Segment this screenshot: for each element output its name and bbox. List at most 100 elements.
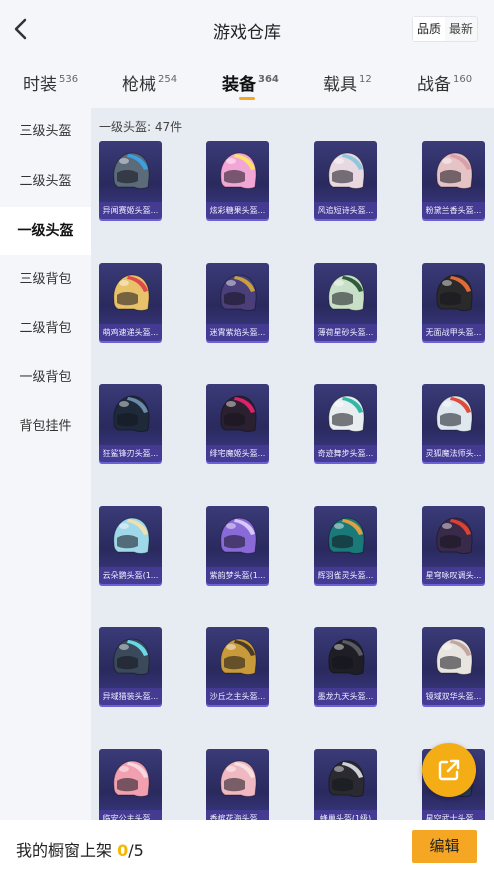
helmet-name: 异域猎装头盔... bbox=[99, 688, 162, 706]
share-external-icon bbox=[438, 759, 460, 781]
helmet-card[interactable]: 炫彩糖果头盔... bbox=[206, 141, 269, 219]
helmet-icon bbox=[220, 152, 257, 189]
helmet-icon bbox=[220, 395, 257, 433]
tab-vehicles[interactable]: 载具 12 bbox=[323, 70, 372, 95]
helmet-name: 绯宅魔姬头盔... bbox=[206, 445, 269, 463]
helmet-card[interactable]: 辉羽雀灵头盔... bbox=[314, 505, 377, 584]
helmet-icon bbox=[113, 152, 150, 189]
helmet-icon bbox=[220, 517, 257, 554]
tab-label: 时装 bbox=[23, 75, 57, 95]
helmet-card[interactable]: 紫韵梦头盔(1... bbox=[206, 505, 269, 584]
helmet-card[interactable]: 萌鸡速递头盔... bbox=[99, 262, 162, 341]
helmet-icon bbox=[113, 395, 150, 433]
helmet-name: 紫韵梦头盔(1... bbox=[206, 566, 269, 584]
helmet-name: 沙丘之主头盔... bbox=[206, 688, 269, 706]
helmet-card[interactable]: 风追短诗头盔... bbox=[314, 141, 377, 219]
edit-button[interactable]: 编辑 bbox=[412, 830, 477, 863]
helmet-name: 云朵鹦头盔(1... bbox=[99, 566, 162, 584]
helmet-card[interactable]: 星穹咏叹调头... bbox=[422, 505, 485, 584]
sort-toggle: 品质 最新 bbox=[411, 16, 478, 42]
sidebar: 三级头盔 二级头盔 一级头盔 三级背包 二级背包 一级背包 背包挂件 bbox=[0, 108, 91, 820]
helmet-name: 风追短诗头盔... bbox=[314, 202, 377, 219]
helmet-card[interactable]: 迷霄紫焰头盔... bbox=[206, 262, 269, 341]
tab-count: 364 bbox=[258, 74, 279, 85]
sidebar-item-backpack-lv1[interactable]: 一级背包 bbox=[0, 354, 91, 402]
header: 游戏仓库 品质 最新 bbox=[0, 0, 494, 58]
helmet-card[interactable]: 墨龙九天头盔... bbox=[314, 627, 377, 706]
tab-count: 254 bbox=[158, 74, 178, 85]
tab-label: 战备 bbox=[417, 75, 451, 95]
category-tabs: 时装 536 枪械 254 装备 364 载具 12 战备 160 bbox=[0, 60, 494, 102]
helmet-icon bbox=[436, 395, 473, 433]
sidebar-item-helmet-lv3[interactable]: 三级头盔 bbox=[0, 108, 91, 156]
helmet-icon bbox=[328, 274, 365, 311]
helmet-card[interactable]: 蜂巢头盔(1级) bbox=[314, 749, 377, 820]
helmet-name: 无面战甲头盔... bbox=[422, 323, 485, 341]
helmet-name: 辉羽雀灵头盔... bbox=[314, 566, 377, 584]
tab-guns[interactable]: 枪械 254 bbox=[122, 70, 177, 95]
tab-label: 载具 bbox=[323, 75, 357, 95]
helmet-icon bbox=[328, 638, 365, 676]
showcase-text: 我的橱窗上架 bbox=[16, 841, 113, 860]
sidebar-item-backpack-lv3[interactable]: 三级背包 bbox=[0, 256, 91, 304]
helmet-icon bbox=[328, 395, 365, 433]
helmet-card[interactable]: 奇迹舞步头盔... bbox=[314, 384, 377, 463]
helmet-icon bbox=[113, 274, 150, 311]
helmet-icon bbox=[328, 517, 365, 554]
sidebar-item-backpack-pendant[interactable]: 背包挂件 bbox=[0, 403, 91, 451]
active-tab-underline bbox=[239, 97, 255, 100]
helmet-name: 迷霄紫焰头盔... bbox=[206, 323, 269, 341]
helmet-name: 镜域双华头盔... bbox=[422, 688, 485, 706]
helmet-card[interactable]: 异闻赛姬头盔... bbox=[99, 141, 162, 219]
helmet-icon bbox=[220, 274, 257, 311]
helmet-name: 狂鲨锋刃头盔... bbox=[99, 445, 162, 463]
helmet-card[interactable]: 绯宅魔姬头盔... bbox=[206, 384, 269, 463]
helmet-card[interactable]: 香槟花海头盔... bbox=[206, 749, 269, 820]
helmet-name: 薄荷星砂头盔... bbox=[314, 323, 377, 341]
helmet-icon bbox=[328, 760, 365, 797]
helmet-name: 粉黛兰香头盔... bbox=[422, 202, 485, 219]
helmet-name: 星穹咏叹调头... bbox=[422, 566, 485, 584]
helmet-card[interactable]: 狂鲨锋刃头盔... bbox=[99, 384, 162, 463]
share-button[interactable] bbox=[422, 743, 476, 797]
helmet-card[interactable]: 灵狐魔法师头... bbox=[422, 384, 485, 463]
helmet-card[interactable]: 镜域双华头盔... bbox=[422, 627, 485, 706]
helmet-name: 萌鸡速递头盔... bbox=[99, 323, 162, 341]
helmet-card[interactable]: 异域猎装头盔... bbox=[99, 627, 162, 706]
helmet-name: 异闻赛姬头盔... bbox=[99, 202, 162, 219]
showcase-bar: 我的橱窗上架 0/5 编辑 bbox=[0, 820, 494, 875]
tab-battle-prep[interactable]: 战备 160 bbox=[417, 70, 472, 95]
helmet-name: 香槟花海头盔... bbox=[206, 810, 269, 820]
helmet-card[interactable]: 沙丘之主头盔... bbox=[206, 627, 269, 706]
tab-count: 160 bbox=[453, 74, 473, 85]
sort-option-quality[interactable]: 品质 bbox=[412, 17, 445, 41]
helmet-name: 星空武士头盔... bbox=[422, 810, 485, 820]
tab-count: 536 bbox=[59, 74, 79, 85]
showcase-total: /5 bbox=[128, 841, 144, 860]
helmet-card[interactable]: 临安公主头盔... bbox=[99, 749, 162, 820]
warehouse-page: 游戏仓库 品质 最新 时装 536 枪械 254 装备 364 载具 12 战备 160 … bbox=[0, 0, 494, 875]
helmet-icon bbox=[436, 517, 473, 554]
helmet-icon bbox=[328, 152, 365, 189]
sidebar-item-helmet-lv2[interactable]: 二级头盔 bbox=[0, 158, 91, 206]
sidebar-item-backpack-lv2[interactable]: 二级背包 bbox=[0, 305, 91, 353]
helmet-icon bbox=[220, 760, 257, 797]
sort-option-latest[interactable]: 最新 bbox=[445, 17, 477, 41]
sidebar-item-helmet-lv1[interactable]: 一级头盔 bbox=[0, 207, 91, 255]
helmet-card[interactable]: 薄荷星砂头盔... bbox=[314, 262, 377, 341]
tab-equipment[interactable]: 装备 364 bbox=[222, 70, 279, 100]
tab-fashion[interactable]: 时装 536 bbox=[23, 70, 78, 95]
helmet-card[interactable]: 粉黛兰香头盔... bbox=[422, 141, 485, 219]
item-count-label: 一级头盔: 47件 bbox=[99, 120, 183, 134]
helmet-name: 奇迹舞步头盔... bbox=[314, 445, 377, 463]
helmet-icon bbox=[113, 760, 150, 797]
helmet-card[interactable]: 无面战甲头盔... bbox=[422, 262, 485, 341]
showcase-label: 我的橱窗上架 0/5 bbox=[16, 837, 144, 861]
helmet-name: 蜂巢头盔(1级) bbox=[314, 810, 377, 820]
helmet-icon bbox=[113, 638, 150, 676]
tab-count: 12 bbox=[359, 74, 372, 85]
helmet-name: 灵狐魔法师头... bbox=[422, 445, 485, 463]
helmet-icon bbox=[436, 638, 473, 676]
helmet-card[interactable]: 云朵鹦头盔(1... bbox=[99, 505, 162, 584]
helmet-name: 墨龙九天头盔... bbox=[314, 688, 377, 706]
